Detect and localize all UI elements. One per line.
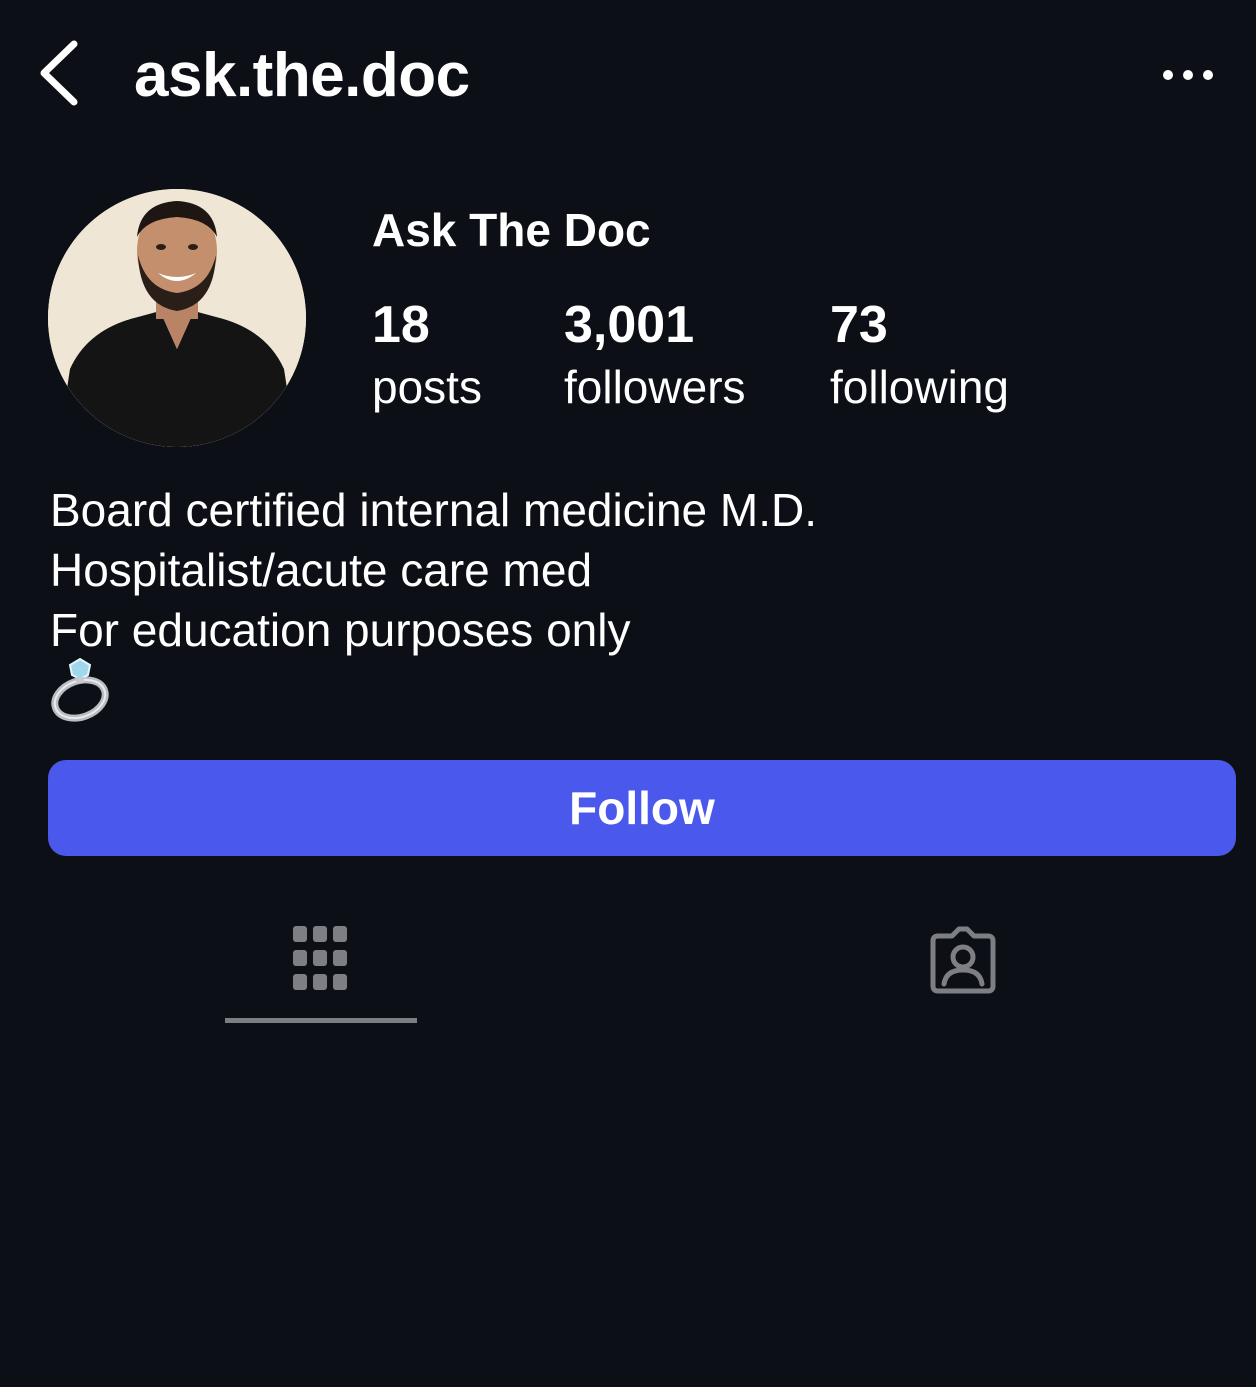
more-horizontal-icon: [1163, 70, 1213, 80]
followers-label: followers: [564, 361, 746, 413]
profile-username: ask.the.doc: [134, 41, 470, 110]
follow-button[interactable]: Follow: [48, 760, 1236, 856]
tagged-person-icon: [930, 926, 996, 994]
profile-bio: Board certified internal medicine M.D. H…: [50, 480, 817, 660]
tab-grid[interactable]: [225, 900, 417, 1026]
stat-following[interactable]: 73 following: [830, 294, 1009, 418]
back-button[interactable]: [36, 38, 84, 108]
chevron-left-icon: [40, 40, 78, 106]
stat-posts[interactable]: 18 posts: [372, 294, 482, 418]
followers-count: 3,001: [564, 296, 695, 354]
following-count: 73: [830, 296, 888, 354]
display-name: Ask The Doc: [372, 204, 651, 256]
following-label: following: [830, 361, 1009, 413]
more-options-button[interactable]: [1160, 62, 1216, 88]
stat-followers[interactable]: 3,001 followers: [564, 294, 746, 418]
bio-line: Hospitalist/acute care med: [50, 544, 593, 596]
ring-icon: [50, 655, 114, 723]
posts-count: 18: [372, 296, 430, 354]
bio-line: For education purposes only: [50, 604, 631, 656]
bio-line: Board certified internal medicine M.D.: [50, 484, 817, 536]
profile-page: ask.the.doc Ask The Doc 18 posts 3,001 f…: [0, 0, 1256, 1387]
active-tab-indicator: [225, 1018, 417, 1023]
tab-tagged[interactable]: [866, 900, 1058, 1026]
grid-icon: [293, 926, 347, 990]
avatar[interactable]: [48, 189, 306, 447]
posts-label: posts: [372, 361, 482, 413]
profile-photo: [48, 189, 306, 447]
